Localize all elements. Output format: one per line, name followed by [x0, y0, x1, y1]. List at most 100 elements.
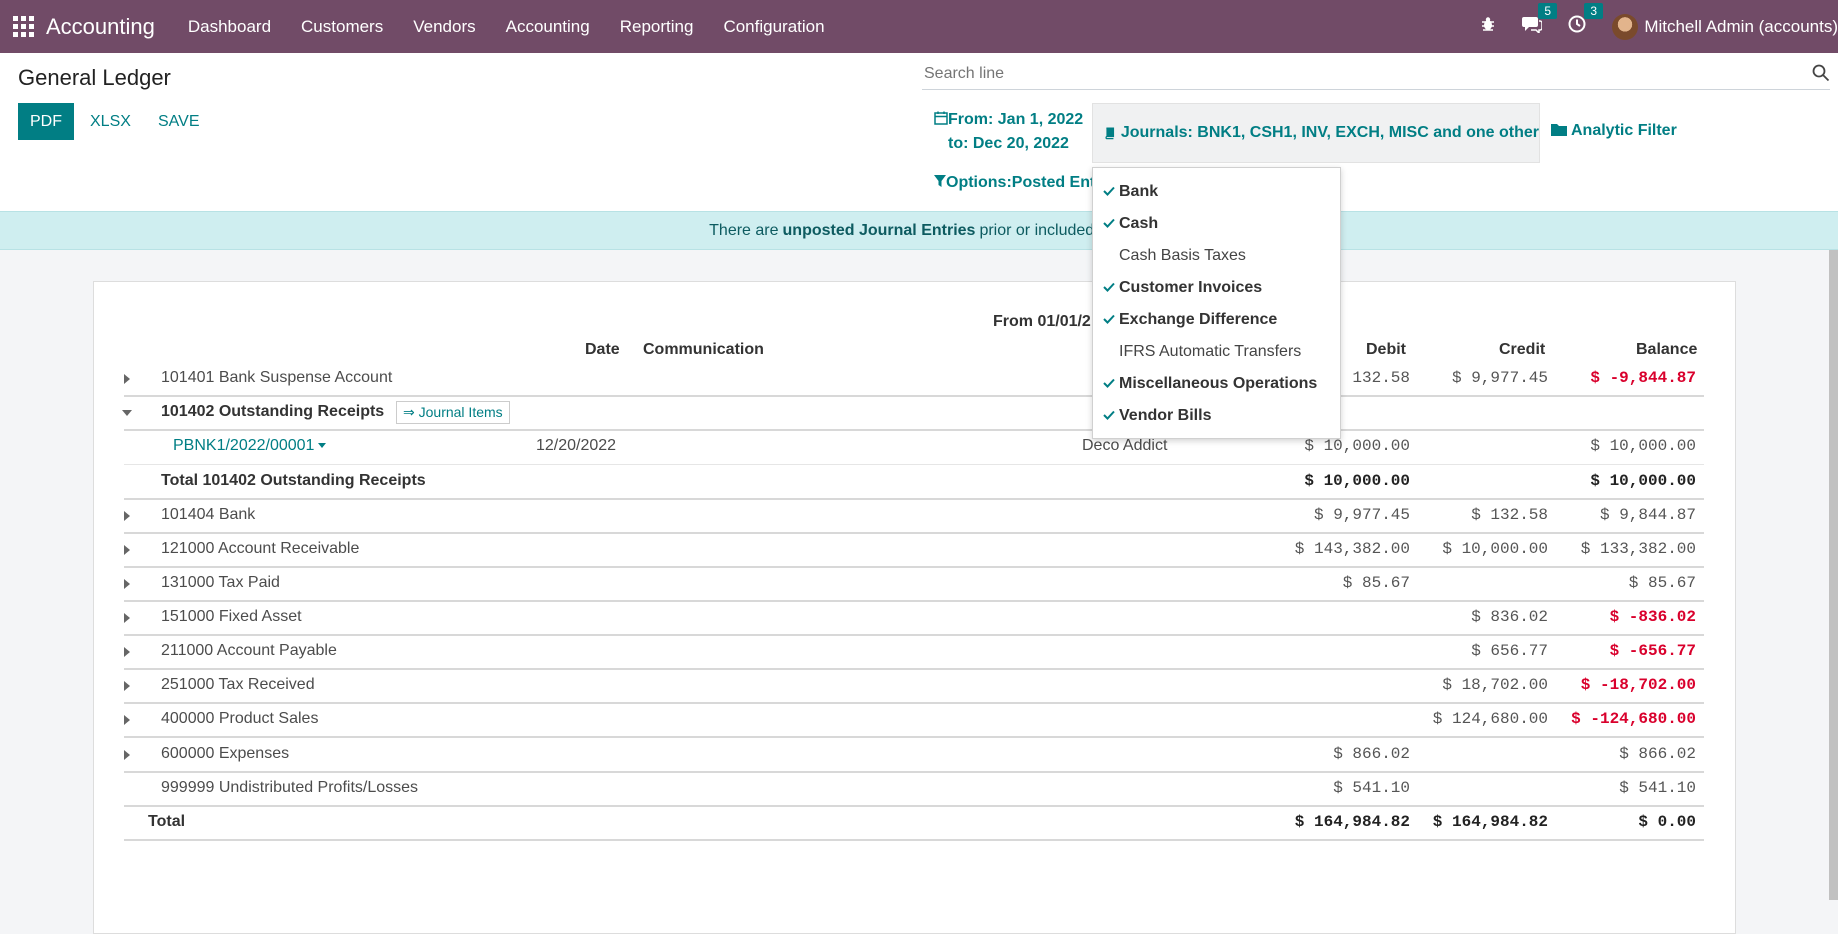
- journal-option-ifrs-automatic-transfers[interactable]: IFRS Automatic Transfers: [1093, 336, 1340, 368]
- journal-option-miscellaneous-operations[interactable]: Miscellaneous Operations: [1093, 368, 1340, 400]
- app-title[interactable]: Accounting: [46, 14, 155, 40]
- credit-value: $ 836.02: [1471, 608, 1548, 626]
- debit-value: $ 143,382.00: [1294, 540, 1410, 558]
- account-row[interactable]: 251000 Tax Received $ 18,702.00 $ -18,70…: [124, 670, 1704, 704]
- account-row[interactable]: 101404 Bank $ 9,977.45 $ 132.58 $ 9,844.…: [124, 500, 1704, 534]
- avatar[interactable]: [1612, 13, 1639, 40]
- journal-option-vendor-bills[interactable]: Vendor Bills: [1093, 400, 1340, 432]
- debit-value: $ 9,977.45: [1313, 506, 1410, 524]
- move-line-partner: Deco Addict: [1082, 437, 1168, 454]
- journal-option-label: Vendor Bills: [1119, 407, 1212, 424]
- page-title: General Ledger: [18, 65, 171, 90]
- move-line-link[interactable]: PBNK1/2022/00001: [173, 437, 327, 455]
- pdf-button[interactable]: PDF: [18, 103, 74, 140]
- expand-caret-icon[interactable]: [124, 613, 130, 623]
- account-row[interactable]: 151000 Fixed Asset $ 836.02 $ -836.02: [124, 602, 1704, 636]
- analytic-filter-label: Analytic Filter: [1571, 122, 1677, 139]
- menu-item-customers[interactable]: Customers: [286, 17, 398, 37]
- balance-value: $ 541.10: [1619, 779, 1696, 797]
- menu-item-configuration[interactable]: Configuration: [708, 17, 839, 37]
- collapse-caret-icon[interactable]: [122, 410, 132, 416]
- apps-grid-icon[interactable]: [12, 16, 34, 38]
- report-period-heading: From 01/01/2: [993, 313, 1091, 330]
- date-from: From: Jan 1, 2022: [948, 111, 1084, 128]
- account-name: 211000 Account Payable: [161, 642, 337, 659]
- analytic-filter-button[interactable]: Analytic Filter: [1551, 122, 1677, 140]
- unposted-entries-link[interactable]: unposted Journal Entries: [783, 222, 976, 240]
- calendar-icon: [934, 111, 948, 125]
- top-navbar: Accounting Dashboard Customers Vendors A…: [0, 0, 1838, 53]
- debit-value: 132.58: [1352, 369, 1410, 387]
- balance-value: $ -9,844.87: [1590, 369, 1696, 387]
- move-line-row: PBNK1/2022/00001 12/20/2022 Deco Addict …: [124, 431, 1704, 465]
- journal-option-bank[interactable]: Bank: [1093, 176, 1340, 208]
- journal-option-cash[interactable]: Cash: [1093, 208, 1340, 240]
- date-filter[interactable]: From: Jan 1, 2022 to: Dec 20, 2022: [934, 108, 1083, 156]
- save-button[interactable]: SAVE: [158, 103, 200, 140]
- menu-item-dashboard[interactable]: Dashboard: [173, 17, 286, 37]
- account-row[interactable]: 121000 Account Receivable $ 143,382.00 $…: [124, 534, 1704, 568]
- xlsx-button[interactable]: XLSX: [90, 103, 131, 140]
- clock-icon[interactable]: 3: [1568, 3, 1603, 38]
- check-icon: [1103, 282, 1115, 292]
- options-filter-label: Options:Posted Ent: [946, 174, 1094, 191]
- search-input[interactable]: [922, 60, 1792, 88]
- check-icon: [1103, 218, 1115, 228]
- account-name: 121000 Account Receivable: [161, 540, 360, 557]
- journal-option-label: Exchange Difference: [1119, 311, 1278, 328]
- expand-caret-icon[interactable]: [124, 579, 130, 589]
- scrollbar[interactable]: [1829, 250, 1838, 900]
- balance-value: $ 0.00: [1638, 813, 1696, 831]
- credit-value: $ 124,680.00: [1432, 710, 1548, 728]
- search-bar: [922, 60, 1830, 90]
- expand-caret-icon[interactable]: [124, 545, 130, 555]
- expand-caret-icon[interactable]: [124, 647, 130, 657]
- balance-value: $ 10,000.00: [1590, 472, 1696, 490]
- account-row[interactable]: 131000 Tax Paid $ 85.67 $ 85.67: [124, 568, 1704, 602]
- expand-caret-icon[interactable]: [124, 374, 130, 384]
- account-row[interactable]: 400000 Product Sales $ 124,680.00 $ -124…: [124, 704, 1704, 738]
- debit-value: $ 866.02: [1333, 745, 1410, 763]
- journal-option-label: Cash: [1119, 215, 1159, 232]
- move-line-reference: PBNK1/2022/00001: [173, 437, 315, 454]
- account-total-row: Total 101402 Outstanding Receipts $ 10,0…: [124, 466, 1704, 500]
- check-icon: [1103, 410, 1115, 420]
- journal-items-button[interactable]: ⇒ Journal Items: [396, 401, 510, 424]
- grand-total-row: Total $ 164,984.82 $ 164,984.82 $ 0.00: [124, 807, 1704, 841]
- journal-option-label: Cash Basis Taxes: [1119, 247, 1246, 264]
- account-row[interactable]: 600000 Expenses $ 866.02 $ 866.02: [124, 739, 1704, 773]
- menu-item-reporting[interactable]: Reporting: [605, 17, 709, 37]
- account-name: 151000 Fixed Asset: [161, 608, 302, 625]
- bug-icon[interactable]: [1480, 16, 1496, 37]
- menu-item-accounting[interactable]: Accounting: [491, 17, 605, 37]
- journal-option-customer-invoices[interactable]: Customer Invoices: [1093, 272, 1340, 304]
- search-icon[interactable]: [1812, 64, 1830, 82]
- navbar-right: 5 3 Mitchell Admin (accounts): [1480, 0, 1838, 53]
- account-row-expanded[interactable]: 101402 Outstanding Receipts ⇒ Journal It…: [122, 397, 1704, 431]
- balance-value: $ 10,000.00: [1590, 437, 1696, 455]
- activities-badge: 3: [1584, 3, 1603, 19]
- grand-total-label: Total: [148, 813, 186, 830]
- chevron-down-icon: [318, 443, 327, 449]
- journal-option-label: Bank: [1119, 183, 1159, 200]
- balance-value: $ 9,844.87: [1599, 506, 1696, 524]
- journals-filter-label: Journals: BNK1, CSH1, INV, EXCH, MISC an…: [1120, 124, 1539, 141]
- chat-icon[interactable]: 5: [1522, 3, 1557, 38]
- column-header-debit: Debit: [1366, 341, 1406, 358]
- move-line-date: 12/20/2022: [536, 437, 617, 454]
- expand-caret-icon[interactable]: [124, 715, 130, 725]
- journals-filter-button[interactable]: Journals: BNK1, CSH1, INV, EXCH, MISC an…: [1092, 103, 1540, 163]
- journal-option-label: Customer Invoices: [1119, 279, 1263, 296]
- balance-value: $ -18,702.00: [1580, 676, 1696, 694]
- journal-option-cash-basis-taxes[interactable]: Cash Basis Taxes: [1093, 240, 1340, 272]
- expand-caret-icon[interactable]: [124, 750, 130, 760]
- credit-value: $ 10,000.00: [1442, 540, 1548, 558]
- account-row[interactable]: 211000 Account Payable $ 656.77 $ -656.7…: [124, 636, 1704, 670]
- expand-caret-icon[interactable]: [124, 681, 130, 691]
- user-menu[interactable]: Mitchell Admin (accounts): [1644, 17, 1838, 37]
- menu-item-vendors[interactable]: Vendors: [398, 17, 490, 37]
- options-filter-button[interactable]: Options:Posted Ent: [934, 174, 1094, 192]
- expand-caret-icon[interactable]: [124, 511, 130, 521]
- journal-option-exchange-difference[interactable]: Exchange Difference: [1093, 304, 1340, 336]
- account-row[interactable]: 101401 Bank Suspense Account 132.58 $ 9,…: [124, 363, 1704, 397]
